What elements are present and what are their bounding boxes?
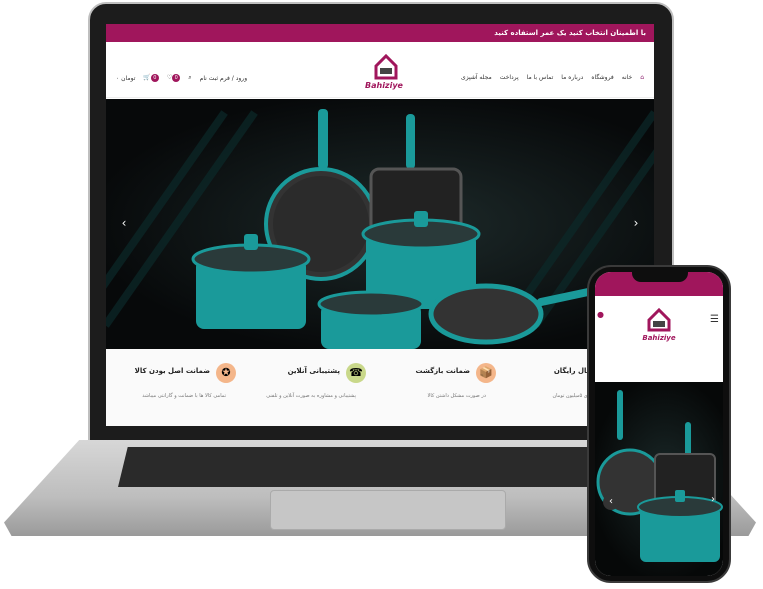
laptop-trackpad [270, 490, 506, 530]
laptop-screen: با اطمینان انتخاب کنید یک عمر استفاده کن… [106, 24, 654, 426]
support-icon: ☎ [346, 363, 366, 383]
slider-prev-icon[interactable]: ‹ [118, 217, 130, 229]
phone-cookware-image [596, 390, 723, 562]
feature-title: پشتیبانی آنلاین [287, 367, 340, 375]
cart-total[interactable]: ۰ تومان [116, 75, 135, 82]
cart-count-badge: 0 [150, 74, 159, 82]
hero-slider[interactable]: ‹ › [106, 99, 654, 349]
cart-icon[interactable]: 🛒 0 [143, 74, 159, 82]
svg-text:Bahiziye: Bahiziye [365, 81, 404, 90]
nav-item-about[interactable]: درباره ما [561, 74, 583, 81]
phone-screen: Bahiziye ☰ ● ‹ › [595, 272, 723, 576]
features-bar: 🚚 ارسال رایگان برای خرید بالای ۵میلیون ت… [106, 349, 654, 426]
medal-icon: ✪ [216, 363, 236, 383]
site-header: Bahiziye ⌂ خانه فروشگاه درباره ما تماس ب… [106, 42, 654, 98]
cookware-image [191, 109, 596, 349]
nav-item-home[interactable]: خانه [622, 74, 632, 81]
announcement-text: با اطمینان انتخاب کنید یک عمر استفاده کن… [494, 29, 646, 37]
nav-item-shop[interactable]: فروشگاه [591, 74, 613, 81]
phone-cart-icon[interactable]: ● [597, 310, 604, 319]
header-tools: ۰ تومان 🛒 0 ♡ 0 ⌕ ورود / فرم ثبت نام [116, 74, 247, 82]
nav-item-magazine[interactable]: مجله آشپزی [461, 74, 492, 81]
phone-notch [632, 268, 688, 282]
wishlist-count-badge: 0 [172, 74, 181, 82]
nav-item-contact[interactable]: تماس با ما [527, 74, 554, 81]
wishlist-icon[interactable]: ♡ 0 [167, 74, 181, 82]
return-box-icon: 📦 [476, 363, 496, 383]
feature-title: ضمانت اصل بودن کالا [134, 367, 210, 375]
login-link[interactable]: ورود / فرم ثبت نام [200, 75, 248, 82]
phone-menu-icon[interactable]: ☰ [710, 314, 719, 325]
laptop-keyboard [118, 447, 604, 487]
feature-desc: در صورت مشکل داشتن کالا [427, 393, 486, 399]
slider-next-icon[interactable]: › [630, 217, 642, 229]
logo-icon[interactable]: Bahiziye [354, 46, 414, 90]
svg-text:Bahiziye: Bahiziye [642, 334, 675, 342]
search-icon[interactable]: ⌕ [188, 74, 191, 82]
feature-desc: پشتیبانی و مشاوره به صورت آنلاین و تلفنی [266, 393, 356, 399]
nav-item-payment[interactable]: پرداخت [500, 74, 519, 81]
home-icon[interactable]: ⌂ [640, 74, 644, 81]
phone-hero-slider[interactable]: ‹ › [595, 382, 723, 576]
feature-desc: تمامی کالا ها با ضمانت و گارانتی میباشد [142, 393, 226, 399]
phone-logo-icon[interactable]: Bahiziye [635, 302, 683, 342]
phone-slider-prev-icon[interactable]: ‹ [603, 494, 619, 510]
phone-slider-next-icon[interactable]: › [711, 494, 715, 505]
main-nav: ⌂ خانه فروشگاه درباره ما تماس با ما پردا… [461, 74, 644, 81]
feature-title: ضمانت بازگشت [415, 367, 470, 375]
phone-header: Bahiziye ☰ ● [595, 296, 723, 382]
announcement-bar: با اطمینان انتخاب کنید یک عمر استفاده کن… [106, 24, 654, 42]
